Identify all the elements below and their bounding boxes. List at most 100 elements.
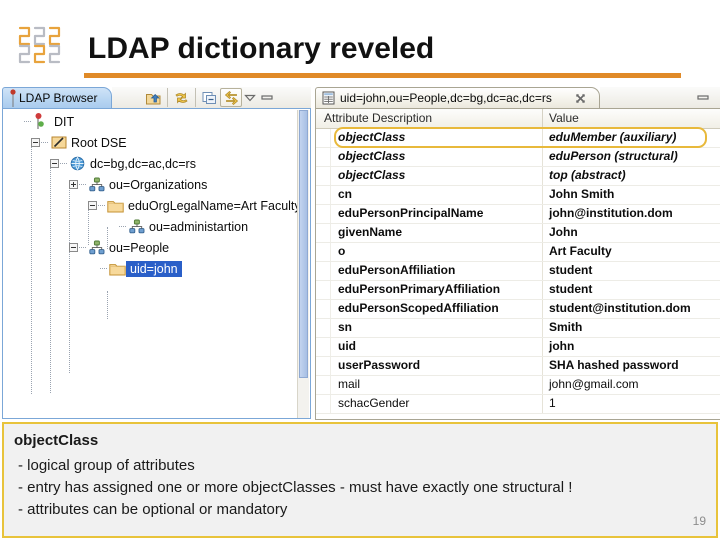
cell-attribute: cn: [338, 187, 353, 201]
tree-item-ou-organizations[interactable]: ou=Organizations: [3, 174, 291, 195]
tree-item-ou-people[interactable]: ou=People: [3, 237, 291, 258]
row-column-divider: [542, 376, 543, 394]
row-column-divider: [542, 319, 543, 337]
tab-entry-editor-label: uid=john,ou=People,dc=bg,dc=ac,dc=rs: [340, 91, 552, 105]
tree-expand-icon[interactable]: [69, 180, 78, 189]
tree-connector: [79, 246, 86, 249]
cell-value: top (abstract): [549, 168, 626, 182]
table-row[interactable]: givenName John: [316, 224, 720, 243]
globe-icon: [69, 156, 86, 172]
cell-attribute: eduPersonPrimaryAffiliation: [338, 282, 501, 296]
row-left-divider: [330, 376, 331, 394]
right-minimize-icon[interactable]: [694, 89, 712, 106]
caption-line-3: - attributes can be optional or mandator…: [18, 501, 288, 518]
table-row[interactable]: cn John Smith: [316, 186, 720, 205]
row-column-divider: [542, 186, 543, 204]
rootdse-icon: [50, 135, 67, 151]
close-icon[interactable]: [574, 92, 587, 105]
slide: LDAP dictionary reveled LDAP Browser DIT…: [0, 0, 720, 540]
tree-item-ou-administartion[interactable]: ou=administartion: [3, 216, 291, 237]
row-column-divider: [542, 148, 543, 166]
table-row[interactable]: schacGender 1: [316, 395, 720, 414]
cell-attribute: uid: [338, 339, 356, 353]
table-row[interactable]: mail john@gmail.com: [316, 376, 720, 395]
cell-value: John Smith: [549, 187, 615, 201]
row-left-divider: [330, 186, 331, 204]
table-row[interactable]: eduPersonScopedAffiliation student@instit…: [316, 300, 720, 319]
row-left-divider: [330, 129, 331, 147]
link-with-editor-icon[interactable]: [220, 88, 242, 107]
cell-value: John: [549, 225, 578, 239]
tree-connector: [119, 225, 126, 228]
table-row[interactable]: eduPersonAffiliation student: [316, 262, 720, 281]
tree-collapse-icon[interactable]: [88, 201, 97, 210]
pin-icon[interactable]: [9, 89, 17, 108]
tree-item-eduorglegalname-art-faculty[interactable]: eduOrgLegalName=Art Faculty: [3, 195, 301, 216]
row-left-divider: [330, 300, 331, 318]
cell-value: student: [549, 282, 593, 296]
cell-value: john@gmail.com: [549, 377, 639, 391]
row-left-divider: [330, 167, 331, 185]
row-left-divider: [330, 262, 331, 280]
tree-collapse-icon[interactable]: [69, 243, 78, 252]
tree-connector: [41, 141, 48, 144]
ldap-tree-items: DIT Root DSE dc=bg,dc=ac,dc=rs ou=Organizat…: [3, 111, 301, 279]
column-divider[interactable]: [542, 109, 543, 128]
tree-collapse-icon[interactable]: [50, 159, 59, 168]
tab-ldap-browser[interactable]: LDAP Browser: [2, 87, 112, 108]
row-left-divider: [330, 224, 331, 242]
table-row[interactable]: eduPersonPrincipalName john@institution.d…: [316, 205, 720, 224]
view-menu-chevron-icon[interactable]: [242, 88, 258, 107]
tab-ldap-browser-label: LDAP Browser: [19, 91, 98, 105]
column-header-attribute[interactable]: Attribute Description: [324, 111, 432, 125]
cell-value: SHA hashed password: [549, 358, 679, 372]
table-row[interactable]: userPassword SHA hashed password: [316, 357, 720, 376]
tree-item-dc-bg-dc-ac-dc-rs[interactable]: dc=bg,dc=ac,dc=rs: [3, 153, 291, 174]
open-folder-up-icon[interactable]: [142, 88, 164, 107]
org-icon: [88, 240, 105, 256]
table-row[interactable]: objectClass top (abstract): [316, 167, 720, 186]
collapse-all-icon[interactable]: [195, 88, 220, 107]
ldap-tree[interactable]: DIT Root DSE dc=bg,dc=ac,dc=rs ou=Organizat…: [2, 108, 311, 419]
cell-value: student@institution.dom: [549, 301, 691, 315]
cell-attribute: objectClass: [338, 168, 406, 182]
table-row[interactable]: objectClass eduMember (auxiliary): [316, 127, 720, 148]
left-view-toolbar: [142, 88, 276, 107]
tree-connector: [98, 204, 105, 207]
tree-connector: [100, 267, 107, 270]
table-row[interactable]: sn Smith: [316, 319, 720, 338]
row-column-divider: [542, 167, 543, 185]
cell-attribute: o: [338, 244, 346, 258]
column-header-value[interactable]: Value: [549, 111, 579, 125]
caption-title: objectClass: [14, 432, 99, 449]
attributes-table[interactable]: Attribute Description Value objectClass e…: [315, 108, 720, 420]
tree-item-dit[interactable]: DIT: [3, 111, 291, 132]
left-vertical-scrollbar[interactable]: [297, 110, 309, 418]
left-scrollbar-thumb[interactable]: [299, 110, 308, 378]
tree-connector: [79, 183, 86, 186]
table-row[interactable]: uid john: [316, 338, 720, 357]
cell-value: student: [549, 263, 593, 277]
entry-editor-icon: [321, 90, 336, 106]
caption-line-2: - entry has assigned one or more objectC…: [18, 479, 573, 496]
row-column-divider: [542, 395, 543, 413]
attributes-table-header: Attribute Description Value: [316, 109, 720, 129]
tree-item-root-dse[interactable]: Root DSE: [3, 132, 291, 153]
tree-collapse-icon[interactable]: [31, 138, 40, 147]
dit-icon: [33, 113, 50, 130]
tree-item-uid-john[interactable]: uid=john: [3, 258, 291, 279]
row-column-divider: [542, 262, 543, 280]
table-row[interactable]: objectClass eduPerson (structural): [316, 148, 720, 167]
tab-entry-editor[interactable]: uid=john,ou=People,dc=bg,dc=ac,dc=rs: [315, 87, 600, 108]
cell-attribute: eduPersonScopedAffiliation: [338, 301, 499, 315]
cell-value: john@institution.dom: [549, 206, 673, 220]
refresh-icon[interactable]: [167, 88, 192, 107]
tree-item-label: ou=People: [109, 240, 170, 255]
minimize-icon[interactable]: [258, 88, 276, 107]
row-left-divider: [330, 243, 331, 261]
table-row[interactable]: eduPersonPrimaryAffiliation student: [316, 281, 720, 300]
table-row[interactable]: o Art Faculty: [316, 243, 720, 262]
folder-icon: [109, 261, 126, 277]
cell-attribute: mail: [338, 377, 361, 391]
company-logo: [14, 22, 64, 74]
